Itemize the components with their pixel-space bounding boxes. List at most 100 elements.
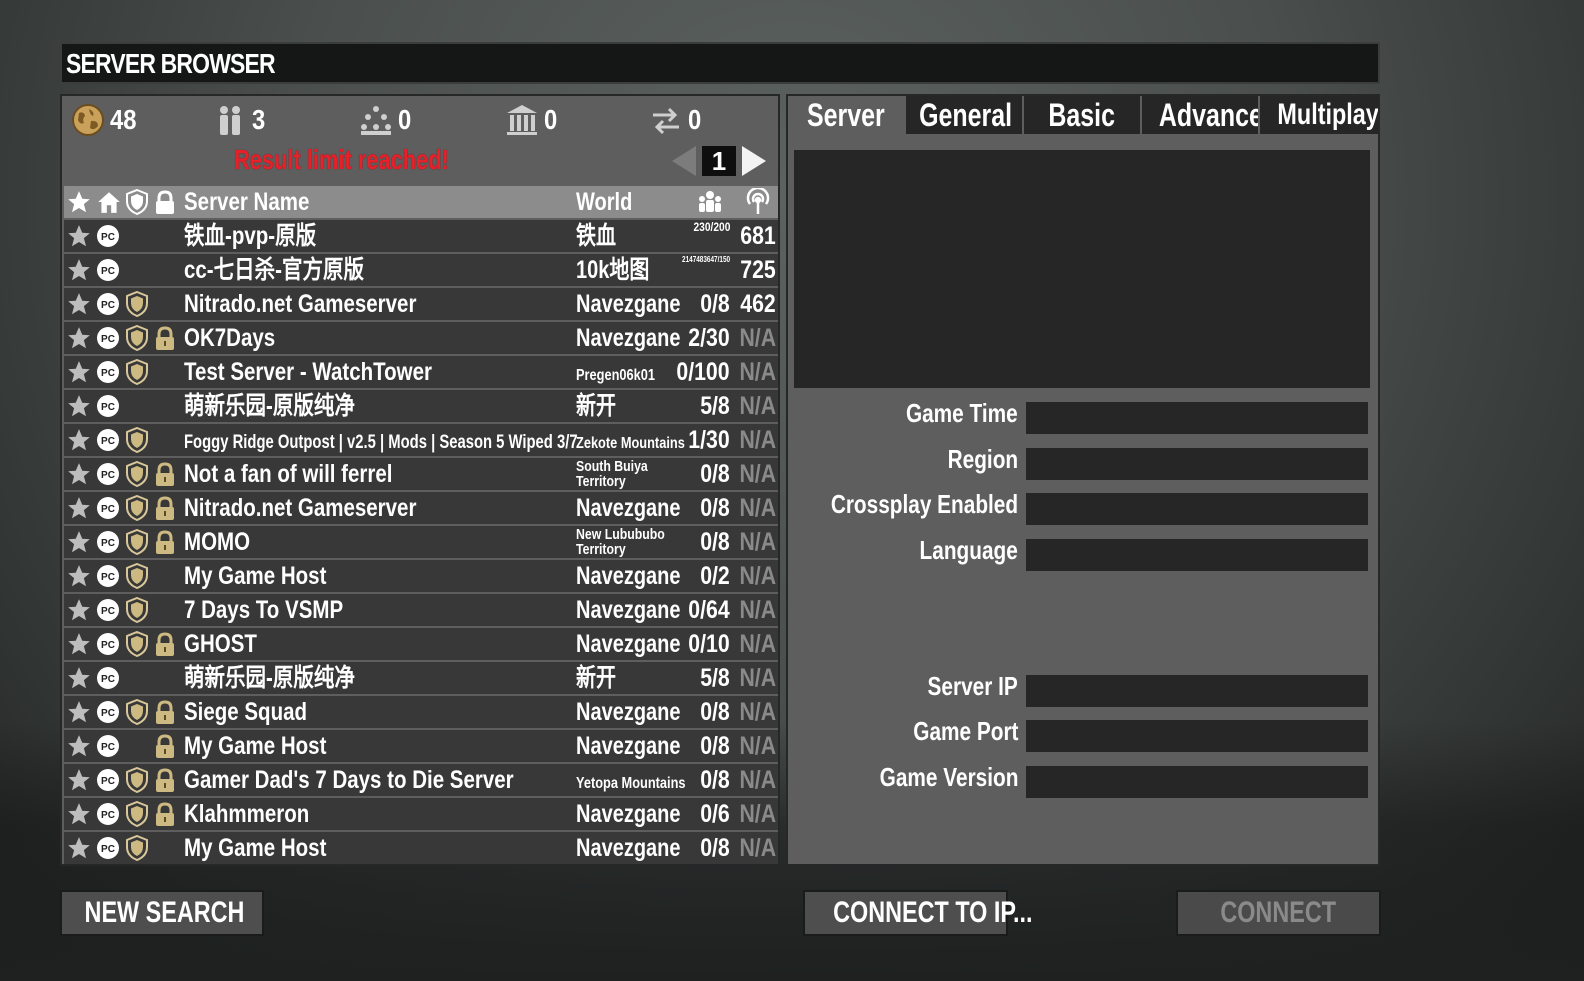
- star-icon[interactable]: [66, 223, 92, 249]
- table-row[interactable]: PC My Game Host Navezgane 0/8 N/A: [64, 832, 778, 864]
- pc-platform-icon: PC: [97, 667, 119, 689]
- star-icon[interactable]: [66, 461, 92, 487]
- server-name: Siege Squad: [184, 698, 308, 726]
- column-header-world[interactable]: World: [576, 186, 688, 218]
- server-players: 0/8: [700, 732, 730, 760]
- lock-icon: [156, 326, 174, 350]
- players-column-icon[interactable]: [696, 189, 724, 215]
- tab-advanced[interactable]: Advanced: [1142, 96, 1258, 134]
- star-icon[interactable]: [66, 393, 92, 419]
- star-icon[interactable]: [66, 359, 92, 385]
- connect-button[interactable]: CONNECT: [1176, 890, 1381, 936]
- table-row[interactable]: PC Foggy Ridge Outpost | v2.5 | Mods | Se…: [64, 424, 778, 456]
- star-icon[interactable]: [66, 325, 92, 351]
- table-row[interactable]: PC 铁血-pvp-原版 铁血 230/200 681: [64, 220, 778, 252]
- svg-text:PC: PC: [101, 368, 115, 379]
- game-version-label: Game Version: [879, 762, 1018, 792]
- star-icon[interactable]: [66, 733, 92, 759]
- filter-lan[interactable]: 0: [358, 102, 414, 138]
- star-icon[interactable]: [66, 767, 92, 793]
- server-list-panel: 48 3 0 0 0 Result limit reached! 1 Serve…: [60, 94, 780, 866]
- svg-text:PC: PC: [101, 606, 115, 617]
- ping-column-icon[interactable]: [744, 186, 772, 216]
- filter-friends[interactable]: 3: [212, 102, 268, 138]
- table-row[interactable]: PC Klahmmeron Navezgane 0/6 N/A: [64, 798, 778, 830]
- server-table: Server Name World PC 铁血-pvp-原版 铁血 230/200 68…: [64, 186, 778, 866]
- shield-icon: [126, 597, 148, 623]
- table-row[interactable]: PC Nitrado.net Gameserver Navezgane 0/8 N/A: [64, 492, 778, 524]
- table-row[interactable]: PC OK7Days Navezgane 2/30 N/A: [64, 322, 778, 354]
- table-row[interactable]: PC cc-七日杀-官方原版 10k地图 2147483647/150 725: [64, 254, 778, 286]
- lock-column-icon[interactable]: [154, 190, 176, 216]
- table-row[interactable]: PC 萌新乐园-原版纯净 新开 5/8 N/A: [64, 390, 778, 422]
- tab-general[interactable]: General: [906, 96, 1022, 134]
- svg-text:PC: PC: [101, 572, 115, 583]
- table-row[interactable]: PC Test Server - WatchTower Pregen06k01 0/1…: [64, 356, 778, 388]
- server-players: 230/200: [693, 220, 730, 234]
- star-icon[interactable]: [66, 563, 92, 589]
- server-name: My Game Host: [184, 732, 327, 760]
- shield-icon: [126, 631, 148, 657]
- table-row[interactable]: PC My Game Host Navezgane 0/2 N/A: [64, 560, 778, 592]
- favorite-column-star-icon[interactable]: [66, 189, 92, 215]
- connect-to-ip-button[interactable]: CONNECT TO IP...: [803, 890, 1032, 936]
- server-ip-label: Server IP: [927, 671, 1018, 701]
- star-icon[interactable]: [66, 495, 92, 521]
- table-row[interactable]: PC GHOST Navezgane 0/10 N/A: [64, 628, 778, 660]
- tab-server[interactable]: Server: [788, 96, 904, 134]
- svg-text:PC: PC: [101, 470, 115, 481]
- star-icon[interactable]: [66, 631, 92, 657]
- star-icon[interactable]: [66, 257, 92, 283]
- next-page-button[interactable]: [742, 146, 766, 176]
- filter-recent[interactable]: 0: [648, 102, 704, 138]
- shield-icon: [126, 495, 148, 521]
- server-players: 0/100: [676, 358, 730, 386]
- tab-multiplayer[interactable]: Multiplayer: [1260, 96, 1378, 134]
- server-name: cc-七日杀-官方原版: [184, 256, 364, 284]
- svg-text:PC: PC: [101, 674, 115, 685]
- column-header-server-name[interactable]: Server Name: [184, 186, 572, 218]
- table-row[interactable]: PC Nitrado.net Gameserver Navezgane 0/8 462: [64, 288, 778, 320]
- star-icon[interactable]: [66, 665, 92, 691]
- server-name: 萌新乐园-原版纯净: [184, 392, 355, 420]
- shield-column-icon[interactable]: [126, 189, 148, 215]
- table-row[interactable]: PC 7 Days To VSMP Navezgane 0/64 N/A: [64, 594, 778, 626]
- shield-icon: [126, 427, 148, 453]
- lock-icon: [156, 530, 174, 554]
- region-label: Region: [947, 444, 1018, 474]
- pc-platform-icon: PC: [97, 225, 119, 247]
- svg-text:PC: PC: [101, 402, 115, 413]
- star-icon[interactable]: [66, 291, 92, 317]
- server-ping: N/A: [739, 562, 776, 590]
- pc-platform-icon: PC: [97, 259, 119, 281]
- new-search-button[interactable]: NEW SEARCH: [60, 890, 264, 936]
- server-name: GHOST: [184, 630, 257, 658]
- tab-basic[interactable]: Basic: [1024, 96, 1140, 134]
- table-row[interactable]: PC Not a fan of will ferrel South Buiya Te…: [64, 458, 778, 490]
- star-icon[interactable]: [66, 801, 92, 827]
- previous-page-button[interactable]: [672, 146, 696, 176]
- filter-history[interactable]: 0: [504, 102, 560, 138]
- table-row[interactable]: PC Siege Squad Navezgane 0/8 N/A: [64, 696, 778, 728]
- lan-count: 0: [398, 104, 412, 135]
- table-header: Server Name World: [64, 186, 778, 218]
- table-row[interactable]: PC MOMO New Lubububo Territory 0/8 N/A: [64, 526, 778, 558]
- star-icon[interactable]: [66, 835, 92, 861]
- table-row[interactable]: PC 萌新乐园-原版纯净 新开 5/8 N/A: [64, 662, 778, 694]
- server-name: Klahmmeron: [184, 800, 310, 828]
- server-players: 0/8: [700, 494, 730, 522]
- pc-platform-icon: PC: [97, 293, 119, 315]
- table-row[interactable]: PC My Game Host Navezgane 0/8 N/A: [64, 730, 778, 762]
- lock-icon: [156, 700, 174, 724]
- home-column-icon[interactable]: [96, 189, 122, 215]
- star-icon[interactable]: [66, 529, 92, 555]
- star-icon[interactable]: [66, 699, 92, 725]
- shield-icon: [126, 835, 148, 861]
- server-ip-value: [1026, 675, 1368, 707]
- star-icon[interactable]: [66, 427, 92, 453]
- table-row[interactable]: PC Gamer Dad's 7 Days to Die Server Yetopa…: [64, 764, 778, 796]
- filter-all-servers[interactable]: 48: [70, 102, 141, 138]
- game-port-value: [1026, 720, 1368, 752]
- server-ping: N/A: [739, 766, 776, 794]
- star-icon[interactable]: [66, 597, 92, 623]
